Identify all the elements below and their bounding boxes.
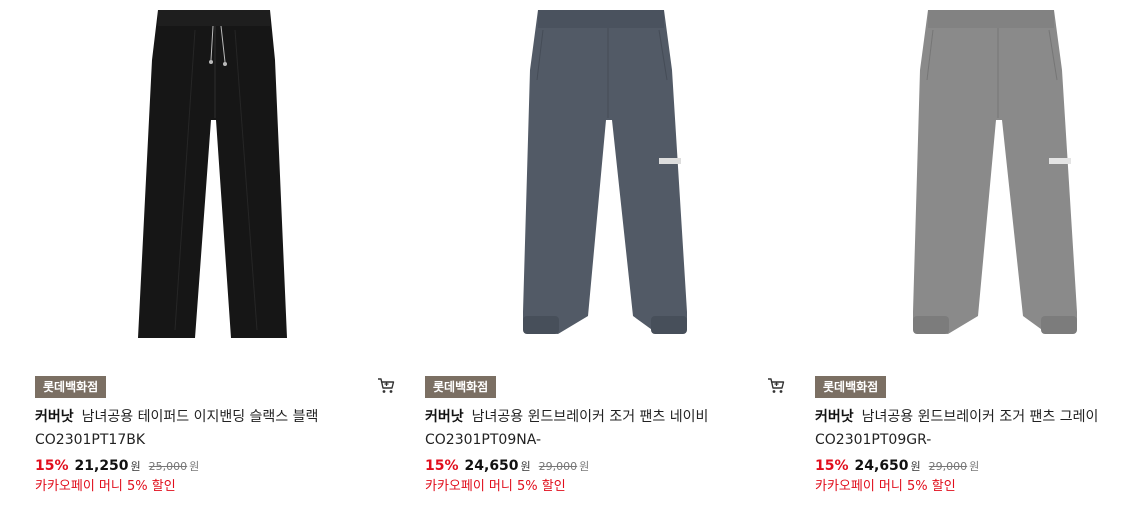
grey-jogger-image — [913, 10, 1077, 334]
black-slacks-image — [138, 10, 287, 338]
store-badge: 롯데백화점 — [35, 376, 107, 398]
product-title[interactable]: 남녀공용 테이퍼드 이지밴딩 슬랙스 블랙 — [82, 409, 319, 425]
sale-price: 24,650 — [854, 458, 909, 474]
product-card[interactable]: 롯데백화점 커버낫 남녀공용 윈드브레이커 조거 팬츠 그레이 CO2301PT0… — [815, 0, 1143, 516]
currency-unit: 원 — [910, 460, 921, 473]
promo-text: 카카오페이 머니 5% 할인 — [815, 479, 956, 494]
product-code: CO2301PT17BK — [35, 432, 146, 448]
product-image[interactable] — [425, 0, 785, 360]
original-price: 29,000 — [538, 460, 578, 473]
product-name[interactable]: 커버낫 남녀공용 윈드브레이커 조거 팬츠 네이비 — [425, 406, 805, 426]
store-badge: 롯데백화점 — [425, 376, 497, 398]
product-name[interactable]: 커버낫 남녀공용 윈드브레이커 조거 팬츠 그레이 — [815, 406, 1143, 426]
product-code: CO2301PT09GR- — [815, 432, 932, 448]
price-row: 15% 21,250 원 25,000 원 — [35, 455, 199, 474]
product-image[interactable] — [815, 0, 1143, 360]
product-image[interactable] — [35, 0, 395, 360]
product-card[interactable]: 롯데백화점 커버낫 남녀공용 윈드브레이커 조거 팬츠 네이비 CO2301PT0… — [425, 0, 785, 516]
product-name[interactable]: 커버낫 남녀공용 테이퍼드 이지밴딩 슬랙스 블랙 — [35, 406, 415, 426]
sale-price: 21,250 — [74, 458, 129, 474]
discount-rate: 15% — [815, 458, 849, 474]
cart-icon[interactable] — [377, 377, 395, 395]
original-currency-unit: 원 — [579, 460, 590, 473]
promo-text: 카카오페이 머니 5% 할인 — [425, 479, 566, 494]
product-code: CO2301PT09NA- — [425, 432, 542, 448]
currency-unit: 원 — [520, 460, 531, 473]
discount-rate: 15% — [35, 458, 69, 474]
brand-name[interactable]: 커버낫 — [425, 409, 464, 425]
price-row: 15% 24,650 원 29,000 원 — [425, 455, 589, 474]
sale-price: 24,650 — [464, 458, 519, 474]
cart-icon[interactable] — [767, 377, 785, 395]
original-price: 25,000 — [148, 460, 188, 473]
store-badge: 롯데백화점 — [815, 376, 887, 398]
navy-jogger-image — [523, 10, 687, 334]
product-title[interactable]: 남녀공용 윈드브레이커 조거 팬츠 그레이 — [862, 409, 1099, 425]
discount-rate: 15% — [425, 458, 459, 474]
product-card[interactable]: 롯데백화점 커버낫 남녀공용 테이퍼드 이지밴딩 슬랙스 블랙 CO2301PT1… — [35, 0, 395, 516]
promo-text: 카카오페이 머니 5% 할인 — [35, 479, 176, 494]
original-currency-unit: 원 — [189, 460, 200, 473]
original-currency-unit: 원 — [969, 460, 980, 473]
product-title[interactable]: 남녀공용 윈드브레이커 조거 팬츠 네이비 — [472, 409, 709, 425]
price-row: 15% 24,650 원 29,000 원 — [815, 455, 979, 474]
original-price: 29,000 — [928, 460, 968, 473]
brand-name[interactable]: 커버낫 — [35, 409, 74, 425]
currency-unit: 원 — [130, 460, 141, 473]
brand-name[interactable]: 커버낫 — [815, 409, 854, 425]
